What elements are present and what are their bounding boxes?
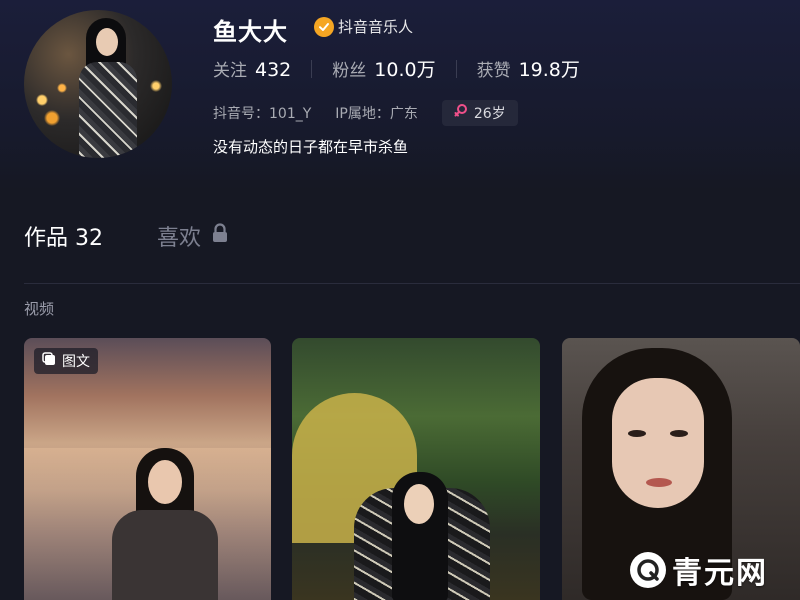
- tab-likes-label: 喜欢: [157, 226, 202, 251]
- following-stat[interactable]: 关注 432: [213, 56, 291, 81]
- avatar-photo-lights-right: [142, 70, 170, 110]
- tab-works[interactable]: 作品 32: [24, 220, 103, 252]
- tab-works-label: 作品 32: [24, 226, 103, 251]
- stat-divider: [455, 59, 457, 78]
- following-value: 432: [255, 59, 292, 81]
- watermark-logo-icon: [630, 552, 666, 588]
- tab-likes[interactable]: 喜欢: [157, 220, 229, 252]
- stat-divider: [311, 59, 313, 78]
- card-person-face: [612, 378, 704, 508]
- section-title: 视频: [24, 300, 55, 318]
- following-label: 关注: [213, 61, 247, 81]
- age-badge: 26岁: [441, 100, 518, 126]
- image-text-tag: 图文: [34, 348, 98, 374]
- profile-name: 鱼大大: [213, 18, 288, 46]
- image-text-label: 图文: [62, 354, 90, 370]
- watermark: 青元网: [630, 548, 768, 592]
- female-icon: [454, 103, 468, 123]
- profile-stats: 关注 432 粉丝 10.0万 获赞 19.8万: [213, 55, 580, 82]
- card-person-body: [112, 510, 218, 600]
- watermark-text: 青元网: [672, 556, 768, 591]
- age-label: 26岁: [473, 106, 506, 122]
- image-text-icon: [42, 352, 56, 370]
- video-card[interactable]: 图文: [24, 338, 271, 600]
- likes-stat: 获赞 19.8万: [477, 55, 580, 82]
- followers-stat[interactable]: 粉丝 10.0万: [332, 55, 435, 82]
- avatar[interactable]: [24, 10, 172, 158]
- followers-value: 10.0万: [374, 59, 436, 81]
- likes-label: 获赞: [476, 61, 511, 81]
- verified-label: 抖音音乐人: [338, 18, 414, 36]
- avatar-photo-face: [96, 28, 118, 56]
- verified-badge: 抖音音乐人: [314, 16, 413, 37]
- followers-label: 粉丝: [332, 61, 367, 81]
- profile-tabs: 作品 32 喜欢: [24, 220, 229, 252]
- avatar-photo-lights: [32, 70, 82, 130]
- ip-location: IP属地：广东: [335, 106, 418, 122]
- card-person-lips: [646, 478, 672, 487]
- video-card[interactable]: [292, 338, 540, 600]
- likes-value: 19.8万: [518, 59, 580, 81]
- card-person-eye: [628, 430, 646, 437]
- lock-icon: [211, 223, 229, 249]
- card-person-eye: [670, 430, 688, 437]
- tabs-divider: [24, 283, 800, 284]
- card-person-face: [404, 484, 434, 524]
- profile-bio: 没有动态的日子都在早市杀鱼: [213, 138, 409, 156]
- douyin-id: 抖音号：101_Y: [213, 106, 312, 122]
- verified-check-icon: [314, 16, 334, 37]
- profile-meta: 抖音号：101_Y IP属地：广东 26岁: [213, 100, 518, 126]
- card-person-face: [148, 460, 182, 504]
- avatar-photo-body: [79, 62, 137, 158]
